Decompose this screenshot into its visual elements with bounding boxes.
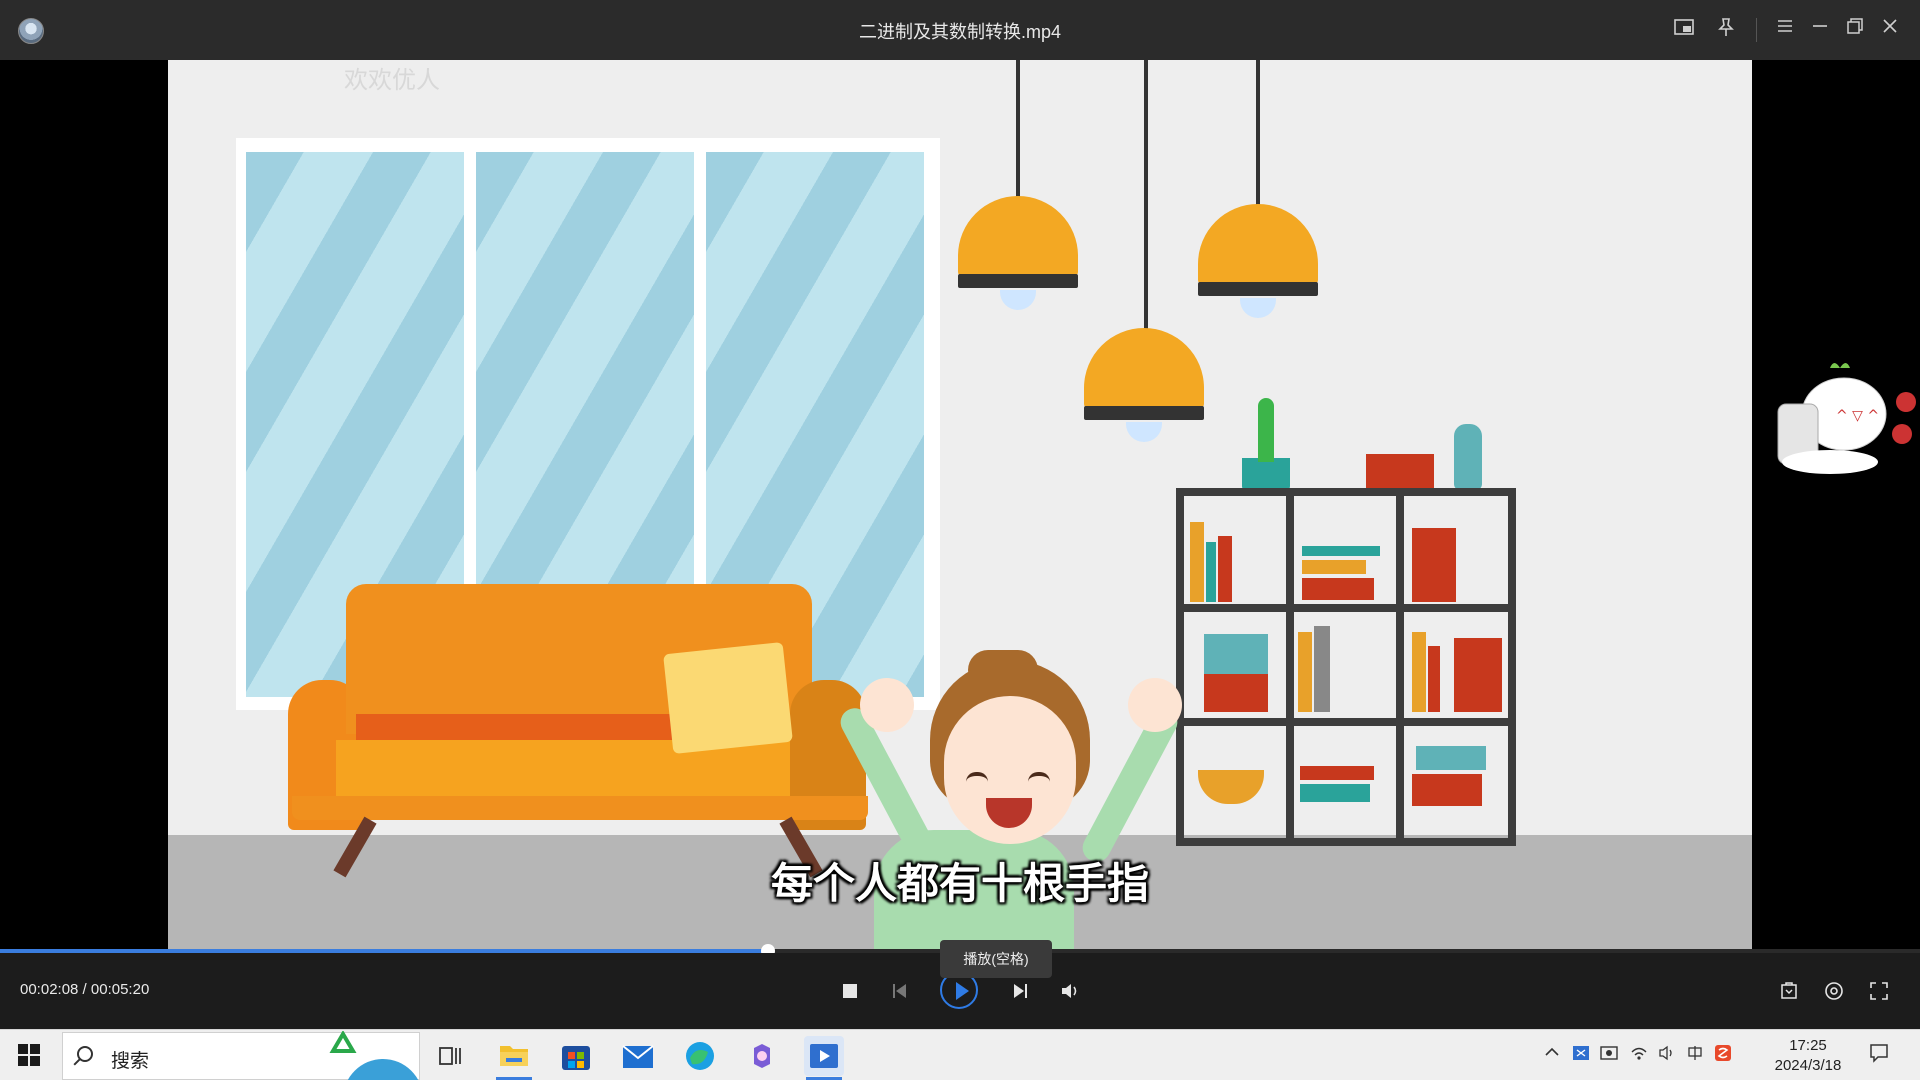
clock-date: 2024/3/18 (1774, 1057, 1842, 1074)
video-player-app-icon[interactable] (804, 1036, 844, 1076)
lamp-cord (1016, 60, 1020, 200)
copilot-icon[interactable] (742, 1036, 782, 1076)
stop-button[interactable] (832, 973, 868, 1009)
decor-box (1366, 454, 1434, 490)
plant (1258, 398, 1274, 462)
show-hidden-icons[interactable] (1544, 1044, 1560, 1065)
title-bar-separator (1756, 18, 1757, 42)
vase (1454, 424, 1482, 490)
time-display: 00:02:08 / 00:05:20 (20, 981, 150, 998)
previous-button[interactable] (882, 973, 918, 1009)
pendant-lamp (958, 196, 1078, 288)
pendant-lamp (1084, 328, 1204, 420)
next-button[interactable] (1002, 973, 1038, 1009)
lamp-cord (1144, 60, 1148, 330)
mail-icon[interactable] (618, 1036, 658, 1076)
store-icon[interactable] (556, 1036, 596, 1076)
pendant-lamp (1198, 204, 1318, 296)
girl-hand (1128, 678, 1182, 732)
recycle-icon (325, 1030, 361, 1065)
girl-hand (860, 678, 914, 732)
screen-share-icon[interactable] (1600, 1044, 1618, 1067)
lamp-bulb (1126, 422, 1162, 442)
taskbar-search[interactable]: 搜索 (62, 1030, 423, 1080)
close-icon[interactable] (1876, 16, 1904, 44)
notification-icon[interactable] (1868, 1042, 1890, 1069)
wifi-icon[interactable] (1630, 1044, 1648, 1067)
search-placeholder: 搜索 (111, 1051, 150, 1072)
playlist-icon[interactable] (1771, 973, 1807, 1009)
volume-button[interactable] (1052, 973, 1088, 1009)
file-explorer-icon[interactable] (494, 1036, 534, 1076)
picture-in-picture-icon[interactable] (1670, 16, 1698, 44)
sofa-cushion (663, 642, 793, 754)
taskbar-clock[interactable]: 17:25 2024/3/18 (1768, 1036, 1848, 1076)
search-icon (77, 1046, 93, 1062)
lamp-bulb (1240, 298, 1276, 318)
svg-text:^ ▽ ^: ^ ▽ ^ (1836, 408, 1879, 424)
edge-browser-icon[interactable] (680, 1036, 720, 1076)
sofa-base (292, 796, 868, 820)
video-area[interactable]: 欢欢优人 每个人都有十根手指 ^ ▽ ^ (0, 60, 1920, 950)
window-title: 二进制及其数制转换.mp4 (858, 22, 1062, 42)
sofa-seat (336, 740, 836, 800)
tray-app-icon[interactable] (1572, 1044, 1590, 1067)
minimize-icon[interactable] (1806, 16, 1834, 44)
fullscreen-icon[interactable] (1861, 973, 1897, 1009)
speaker-icon[interactable] (1658, 1044, 1676, 1067)
plant-pot (1242, 458, 1290, 492)
restore-icon[interactable] (1841, 16, 1869, 44)
taskbar: 搜索 17:25 2024/3/18 (0, 1029, 1920, 1080)
menu-icon[interactable] (1771, 16, 1799, 44)
play-tooltip: 播放(空格) (940, 940, 1052, 978)
lamp-cord (1256, 60, 1260, 208)
start-button[interactable] (18, 1044, 40, 1066)
floating-mascot-widget[interactable]: ^ ▽ ^ (1760, 350, 1920, 500)
lamp-bulb (1000, 290, 1036, 310)
media-player-window: 二进制及其数制转换.mp4 欢欢优人 每个人都有十根手指 ^ ▽ ^ 00:02… (0, 0, 1920, 1080)
task-view-icon[interactable] (430, 1036, 470, 1076)
settings-icon[interactable] (1816, 973, 1852, 1009)
video-watermark: 欢欢优人 (344, 67, 440, 94)
video-frame: 欢欢优人 (168, 60, 1752, 950)
input-method-icon[interactable] (1686, 1044, 1704, 1067)
title-bar: 二进制及其数制转换.mp4 (0, 0, 1920, 60)
clock-time: 17:25 (1789, 1037, 1827, 1054)
video-subtitle: 每个人都有十根手指 (770, 860, 1149, 907)
pin-icon[interactable] (1712, 16, 1740, 44)
bookshelf (1176, 488, 1516, 846)
sogou-ime-icon[interactable] (1714, 1044, 1732, 1067)
